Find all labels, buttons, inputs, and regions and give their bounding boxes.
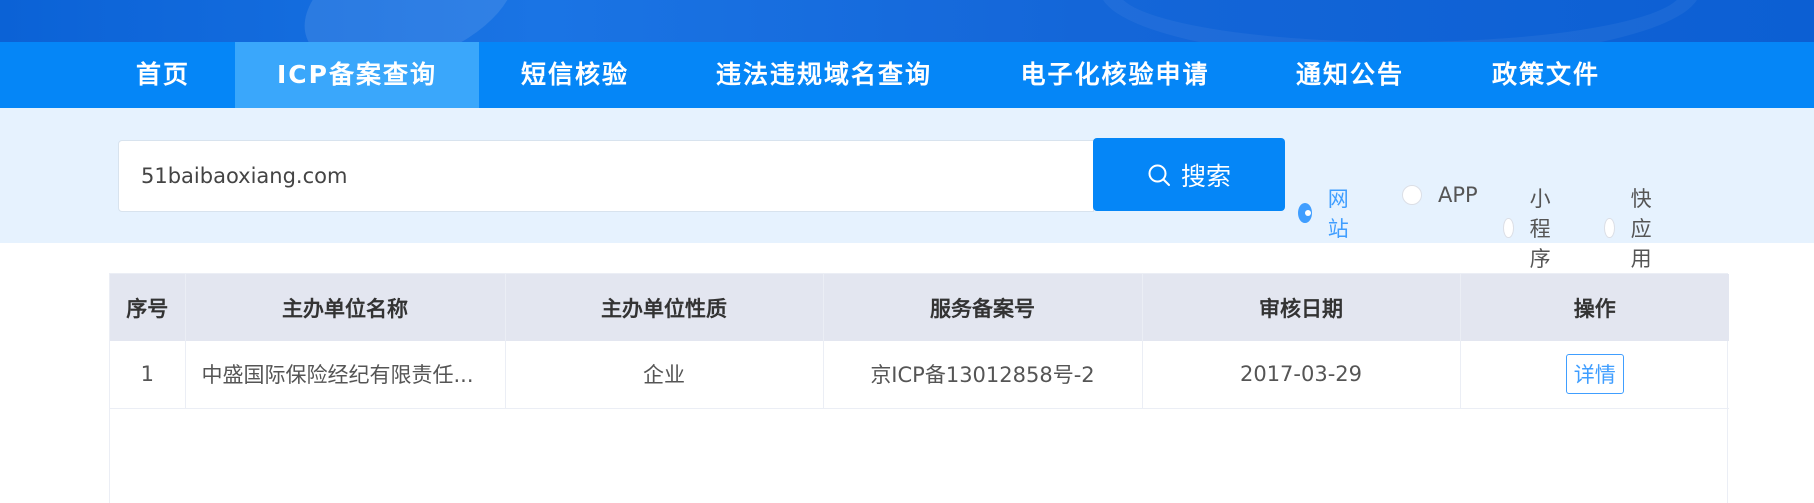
cell-org-name: 中盛国际保险经纪有限责任... bbox=[185, 341, 506, 409]
cell-review-date: 2017-03-29 bbox=[1142, 341, 1461, 409]
radio-circle[interactable] bbox=[1402, 185, 1422, 205]
cell-icp-number: 京ICP备13012858号-2 bbox=[823, 341, 1143, 409]
top-banner bbox=[0, 0, 1814, 42]
cell-org-type: 企业 bbox=[505, 341, 824, 409]
cell-action: 详情 bbox=[1460, 341, 1729, 409]
radio-website[interactable]: 网站 bbox=[1298, 183, 1355, 243]
cell-index: 1 bbox=[110, 341, 186, 409]
nav-item-icp-query[interactable]: ICP备案查询 bbox=[235, 42, 479, 108]
header-action: 操作 bbox=[1460, 274, 1729, 341]
radio-circle[interactable] bbox=[1503, 218, 1514, 238]
nav-item-notices[interactable]: 通知公告 bbox=[1288, 42, 1412, 108]
radio-label: APP bbox=[1438, 183, 1478, 207]
radio-circle[interactable] bbox=[1298, 203, 1312, 223]
header-org-name: 主办单位名称 bbox=[185, 274, 506, 341]
search-icon bbox=[1148, 164, 1170, 186]
header-index: 序号 bbox=[110, 274, 186, 341]
nav-item-policy[interactable]: 政策文件 bbox=[1484, 42, 1608, 108]
banner-decoration bbox=[1100, 0, 1700, 42]
header-org-type: 主办单位性质 bbox=[505, 274, 824, 341]
radio-label: 网站 bbox=[1327, 187, 1349, 241]
nav-item-sms-verify[interactable]: 短信核验 bbox=[510, 42, 640, 108]
header-review-date: 审核日期 bbox=[1142, 274, 1461, 341]
results-table: 序号 主办单位名称 主办单位性质 服务备案号 审核日期 操作 1 中盛国际保险经… bbox=[109, 273, 1729, 503]
search-input[interactable]: 51baibaoxiang.com bbox=[118, 140, 1094, 212]
nav-item-home[interactable]: 首页 bbox=[118, 42, 208, 108]
table-row: 1 中盛国际保险经纪有限责任... 企业 京ICP备13012858号-2 20… bbox=[110, 341, 1729, 409]
radio-label: 小程序 bbox=[1529, 187, 1551, 271]
detail-button[interactable]: 详情 bbox=[1565, 354, 1624, 395]
nav-item-e-verify[interactable]: 电子化核验申请 bbox=[1012, 42, 1218, 108]
nav-item-illegal-domain[interactable]: 违法违规域名查询 bbox=[706, 42, 942, 108]
radio-label: 快应用 bbox=[1630, 187, 1652, 271]
radio-miniprogram[interactable]: 小程序 bbox=[1503, 183, 1560, 273]
table-header-row: 序号 主办单位名称 主办单位性质 服务备案号 审核日期 操作 bbox=[110, 274, 1729, 341]
radio-circle[interactable] bbox=[1604, 218, 1615, 238]
banner-decoration bbox=[286, 0, 534, 42]
radio-app[interactable]: APP bbox=[1402, 183, 1478, 207]
main-nav: 首页 ICP备案查询 短信核验 违法违规域名查询 电子化核验申请 通知公告 政策… bbox=[0, 42, 1814, 108]
search-button[interactable]: 搜索 bbox=[1093, 138, 1285, 211]
radio-quickapp[interactable]: 快应用 bbox=[1604, 183, 1661, 273]
header-icp-number: 服务备案号 bbox=[823, 274, 1143, 341]
search-button-label: 搜索 bbox=[1180, 161, 1231, 191]
